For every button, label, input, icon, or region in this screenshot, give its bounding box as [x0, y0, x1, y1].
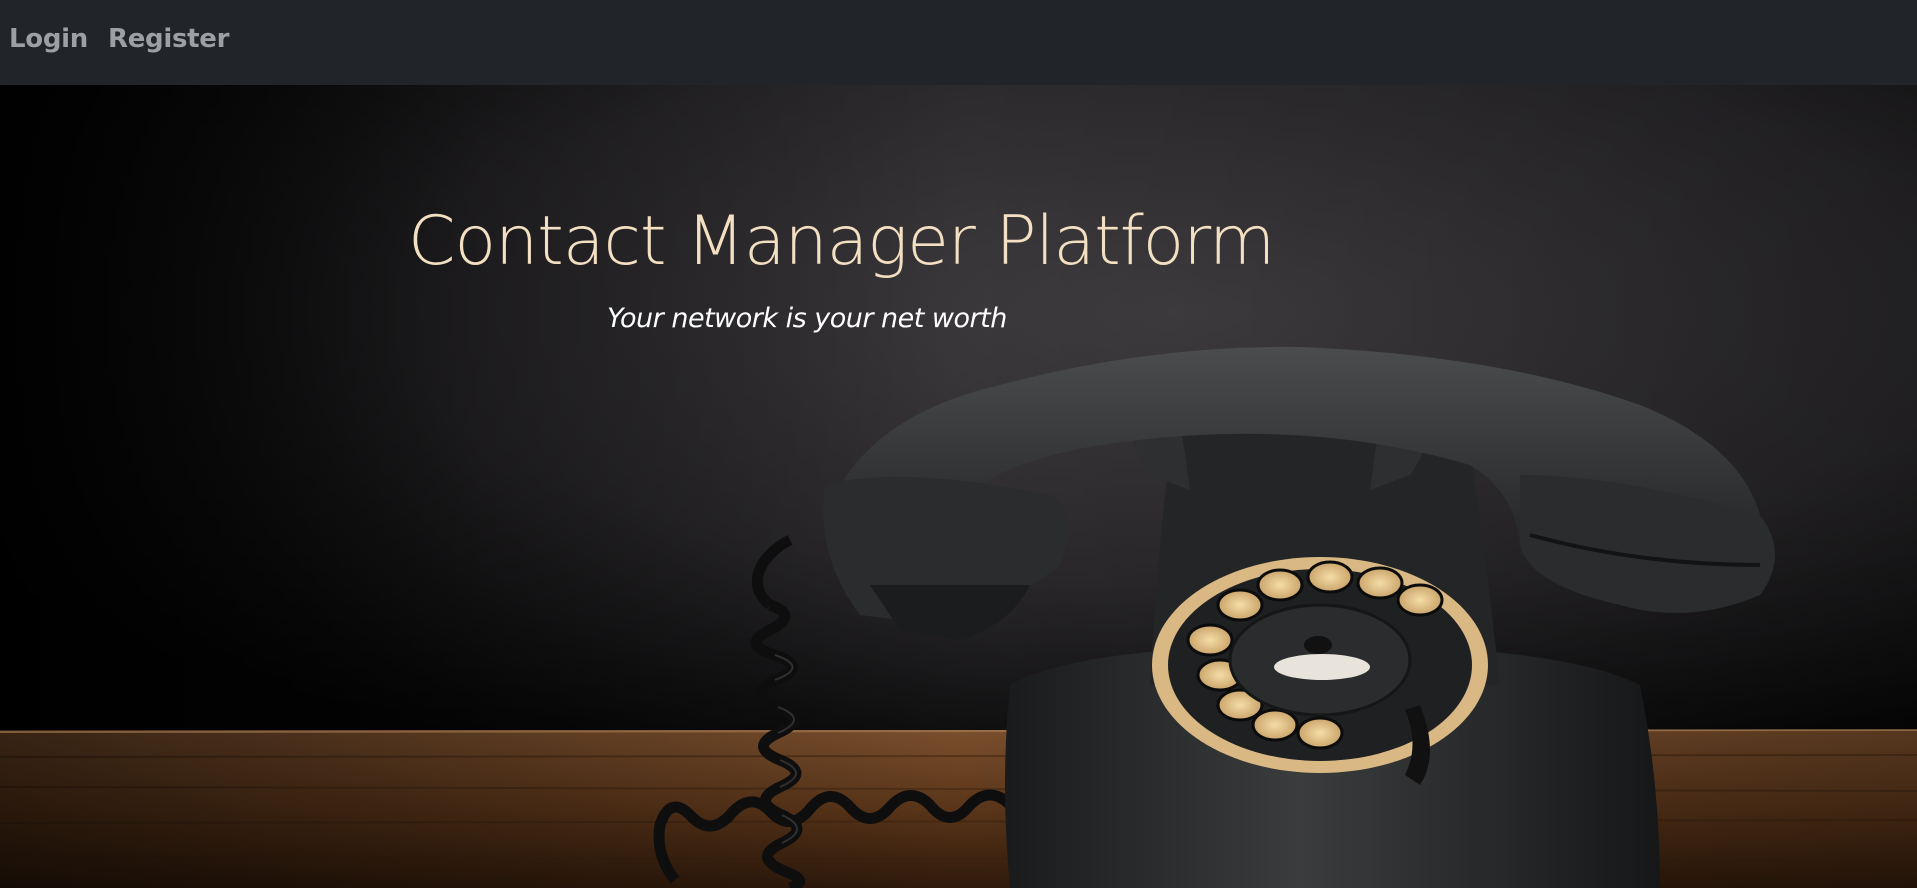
hero-subtitle: Your network is your net worth	[607, 303, 1007, 334]
hero-title: Contact Manager Platform	[408, 202, 1275, 281]
top-navbar: Login Register	[0, 0, 1917, 85]
hero-section: Contact Manager Platform Your network is…	[0, 85, 1917, 888]
login-link[interactable]: Login	[9, 26, 88, 60]
register-link[interactable]: Register	[108, 26, 229, 60]
